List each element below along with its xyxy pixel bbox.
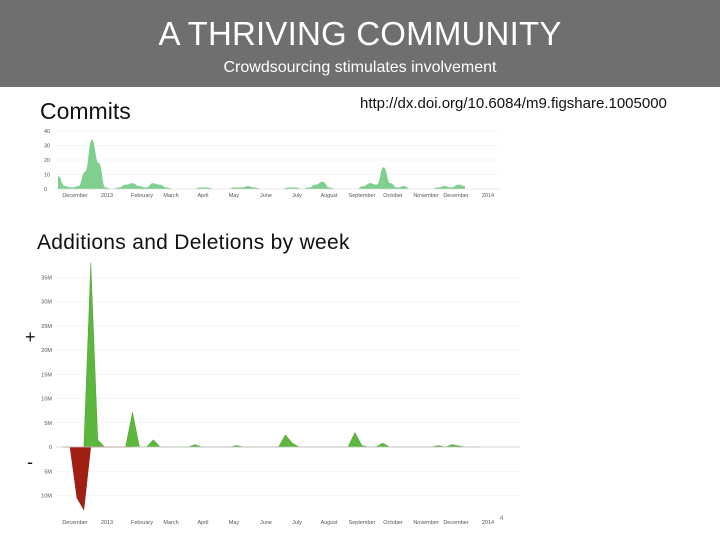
adddel-y-tick: 30M (41, 300, 52, 306)
deletions-area (63, 446, 133, 511)
adddel-y-tick: 25M (41, 324, 52, 330)
adddel-y-tick: 5M (44, 421, 52, 427)
adddel-x-tick: October (383, 520, 403, 526)
adddel-x-tick: February (131, 520, 153, 526)
adddel-x-tick: June (260, 520, 272, 526)
adddel-y-tick: 5M (44, 469, 52, 475)
adddel-y-tick: 10M (41, 397, 52, 403)
adddel-x-tick: May (229, 520, 240, 526)
adddel-x-tick: 2013 (101, 520, 113, 526)
adddel-y-tick: 10M (41, 494, 52, 500)
adddel-x-tick: September (349, 520, 376, 526)
adddel-x-tick: April (197, 520, 208, 526)
adddel-y-tick: 20M (41, 348, 52, 354)
additions-area (63, 262, 480, 448)
adddel-x-tick: 2014 (482, 520, 494, 526)
adddel-x-tick: November (413, 520, 439, 526)
page-number: 4 (500, 516, 504, 522)
adddel-x-tick: December (443, 520, 469, 526)
adddel-x-tick: March (163, 520, 178, 526)
adddel-x-tick: July (292, 520, 302, 526)
adddel-y-tick: 0 (49, 445, 52, 451)
additions-deletions-chart: 10M 5M 0 5M 10M 15M 20M 25M 30M 35M December 2013 Fe… (41, 262, 520, 526)
adddel-y-tick: 35M (41, 275, 52, 281)
adddel-x-tick: August (320, 520, 338, 526)
adddel-x-tick: December (62, 520, 88, 526)
adddel-y-tick: 15M (41, 372, 52, 378)
